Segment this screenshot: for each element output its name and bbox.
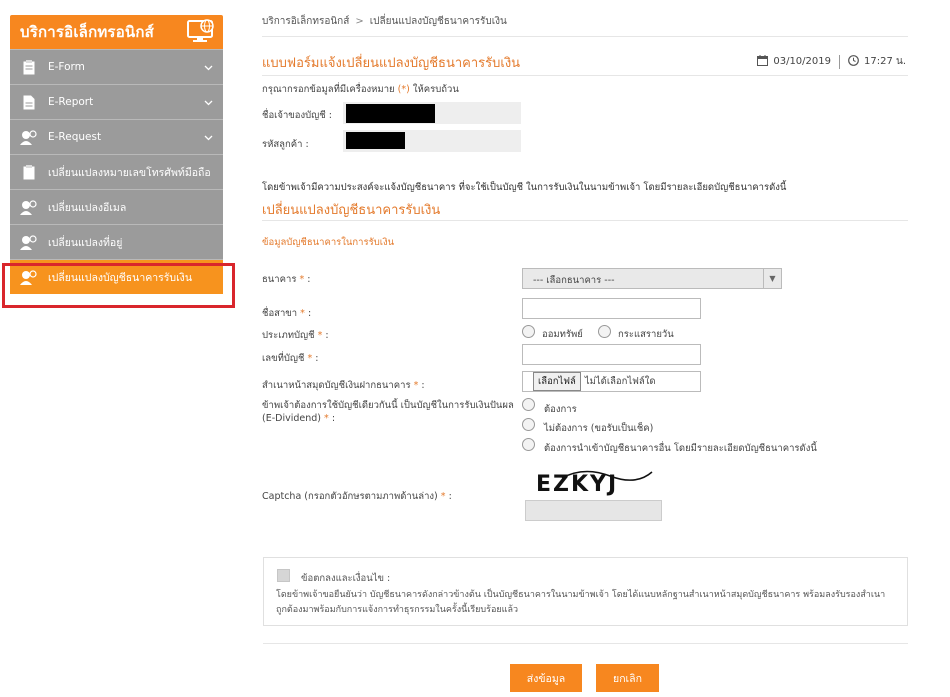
svg-text:EZKYJ: EZKYJ: [536, 472, 618, 497]
terms-text: โดยข้าพเจ้าขอยืนยันว่า บัญชีธนาคารดังกล่…: [276, 590, 886, 615]
bookbank-file-input[interactable]: เลือกไฟล์ ไม่ได้เลือกไฟล์ใด: [522, 371, 701, 392]
sidebar-item-label: E-Request: [48, 131, 102, 143]
sidebar-header: บริการอิเล็กทรอนิกส์: [10, 15, 223, 49]
dividend-option-cheque-label: ไม่ต้องการ (ขอรับเป็นเช็ค): [544, 423, 654, 434]
account-type-current-label: กระแสรายวัน: [618, 329, 674, 340]
user-icon: [20, 198, 38, 216]
chevron-down-icon: [204, 132, 213, 144]
account-number-label: เลขที่บัญชี * :: [262, 353, 319, 364]
bank-select-value: --- เลือกธนาคาร ---: [533, 275, 615, 286]
sidebar-item-change-email[interactable]: เปลี่ยนแปลงอีเมล: [10, 189, 223, 224]
divider: [838, 54, 840, 69]
sidebar-item-label: E-Form: [48, 61, 85, 73]
account-type-current-radio[interactable]: [598, 325, 611, 338]
dividend-option-other-label: ต้องการนำเข้าบัญชีธนาคารอื่น โดยมีรายละเ…: [544, 443, 817, 454]
captcha-image: EZKYJ: [534, 462, 654, 498]
terms-checkbox[interactable]: [277, 569, 290, 582]
dividend-option-yes-radio[interactable]: [522, 398, 535, 411]
branch-input[interactable]: [522, 298, 701, 319]
cancel-button[interactable]: ยกเลิก: [596, 664, 659, 692]
terms-box: ข้อตกลงและเงื่อนไข : โดยข้าพเจ้าขอยืนยัน…: [263, 557, 908, 626]
sidebar-item-change-mobile[interactable]: เปลี่ยนแปลงหมายเลขโทรศัพท์มือถือ: [10, 154, 223, 189]
bank-label: ธนาคาร * :: [262, 274, 311, 285]
captcha-input[interactable]: [525, 500, 662, 521]
account-owner-label: ชื่อเจ้าของบัญชี :: [262, 110, 332, 121]
clipboard-icon: [20, 58, 38, 76]
account-type-savings-label: ออมทรัพย์: [542, 329, 583, 340]
sidebar-item-change-address[interactable]: เปลี่ยนแปลงที่อยู่: [10, 224, 223, 259]
dividend-option-other-radio[interactable]: [522, 438, 535, 451]
dividend-option-cheque-radio[interactable]: [522, 418, 535, 431]
terms-title: ข้อตกลงและเงื่อนไข :: [301, 573, 391, 584]
current-time: 17:27 น.: [863, 56, 906, 67]
account-type-label: ประเภทบัญชี * :: [262, 330, 329, 341]
datetime: 03/10/2019 17:27 น.: [757, 54, 906, 69]
sidebar-item-label: เปลี่ยนแปลงหมายเลขโทรศัพท์มือถือ: [48, 166, 211, 179]
section-title: เปลี่ยนแปลงบัญชีธนาคารรับเงิน: [262, 203, 441, 218]
divider: [262, 36, 908, 37]
account-number-input[interactable]: [522, 344, 701, 365]
clock-icon: [848, 54, 859, 69]
redacted-block: [346, 104, 435, 123]
divider: [262, 220, 908, 221]
dividend-label: ข้าพเจ้าต้องการใช้บัญชีเดียวกันนี้ เป็นบ…: [262, 400, 514, 424]
submit-button[interactable]: ส่งข้อมูล: [510, 664, 582, 692]
customer-code-label: รหัสลูกค้า :: [262, 139, 309, 150]
sidebar: บริการอิเล็กทรอนิกส์ E-Form E-Report E-R…: [10, 15, 223, 294]
calendar-icon: [757, 54, 769, 69]
breadcrumb-current: เปลี่ยนแปลงบัญชีธนาคารรับเงิน: [369, 16, 507, 27]
sidebar-item-label: เปลี่ยนแปลงที่อยู่: [48, 236, 123, 249]
dividend-option-yes-label: ต้องการ: [544, 404, 577, 415]
current-date: 03/10/2019: [773, 56, 831, 67]
chevron-down-icon: [204, 62, 213, 74]
user-icon: [20, 128, 38, 146]
branch-label: ชื่อสาขา * :: [262, 308, 312, 319]
file-status: ไม่ได้เลือกไฟล์ใด: [584, 376, 656, 387]
required-note: กรุณากรอกข้อมูลที่มีเครื่องหมาย (*) ให้ค…: [262, 84, 459, 95]
divider: [263, 643, 908, 644]
breadcrumb-home[interactable]: บริการอิเล็กทรอนิกส์: [262, 16, 349, 27]
sub-section-title: ข้อมูลบัญชีธนาคารในการรับเงิน: [262, 237, 395, 248]
page-title: แบบฟอร์มแจ้งเปลี่ยนแปลงบัญชีธนาคารรับเงิ…: [262, 56, 521, 71]
caret-down-icon[interactable]: ▼: [763, 269, 781, 288]
divider: [262, 75, 908, 76]
bank-select[interactable]: --- เลือกธนาคาร --- ▼: [522, 268, 782, 289]
sidebar-item-eform[interactable]: E-Form: [10, 49, 223, 84]
choose-file-button[interactable]: เลือกไฟล์: [533, 372, 581, 391]
bookbank-label: สำเนาหน้าสมุดบัญชีเงินฝากธนาคาร * :: [262, 380, 425, 391]
sidebar-item-label: E-Report: [48, 96, 94, 108]
sidebar-item-label: เปลี่ยนแปลงอีเมล: [48, 201, 127, 214]
sidebar-item-ereport[interactable]: E-Report: [10, 84, 223, 119]
breadcrumb-separator: >: [355, 16, 364, 27]
captcha-label: Captcha (กรอกตัวอักษรตามภาพด้านล่าง) * :: [262, 491, 452, 502]
active-item-highlight: [2, 263, 235, 308]
clipboard-icon: [20, 163, 38, 181]
redacted-block: [346, 132, 405, 149]
monitor-globe-icon: [187, 18, 215, 47]
breadcrumb: บริการอิเล็กทรอนิกส์ > เปลี่ยนแปลงบัญชีธนา…: [262, 14, 507, 29]
sidebar-title: บริการอิเล็กทรอนิกส์: [20, 23, 154, 41]
chevron-down-icon: [204, 97, 213, 109]
document-icon: [20, 93, 38, 111]
intro-text: โดยข้าพเจ้ามีความประสงค์จะแจ้งบัญชีธนาคา…: [262, 182, 787, 193]
user-icon: [20, 233, 38, 251]
account-type-savings-radio[interactable]: [522, 325, 535, 338]
sidebar-item-erequest[interactable]: E-Request: [10, 119, 223, 154]
